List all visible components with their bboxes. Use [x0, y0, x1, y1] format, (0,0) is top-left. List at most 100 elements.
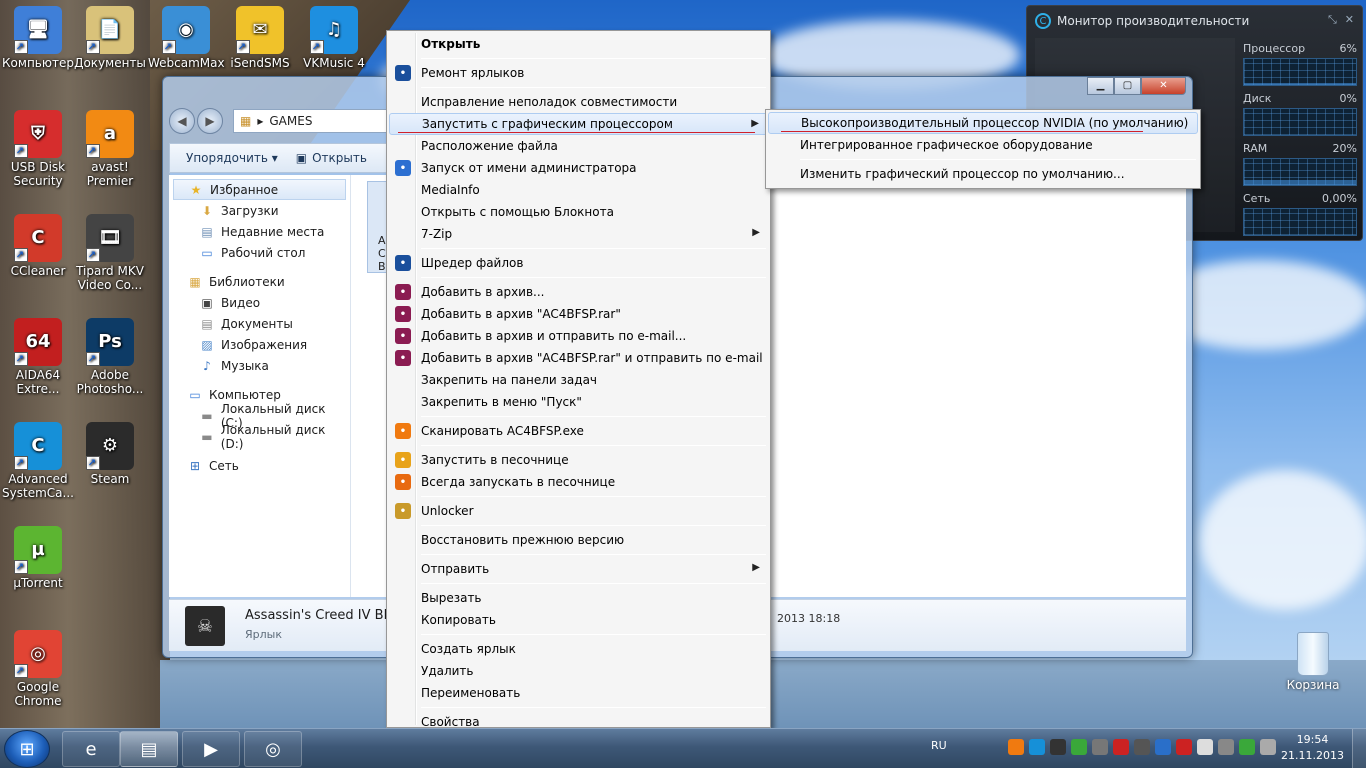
menu-item[interactable]: Переименовать — [389, 682, 768, 704]
desktop-icon-utorrent[interactable]: µ ↗ µTorrent — [0, 526, 76, 590]
menu-item[interactable]: Расположение файла — [389, 135, 768, 157]
menu-item[interactable]: Интегрированное графическое оборудование — [768, 134, 1198, 156]
menu-item[interactable]: Высокопроизводительный процессор NVIDIA … — [768, 112, 1198, 134]
back-button[interactable]: ◀ — [169, 108, 195, 134]
show-desktop-button[interactable] — [1352, 729, 1366, 768]
menu-item[interactable]: Открыть — [389, 33, 768, 55]
nav-item[interactable]: ▤ Недавние места — [169, 221, 350, 242]
nav-item[interactable]: ▦ Библиотеки — [169, 271, 350, 292]
nav-item[interactable]: ★ Избранное — [173, 179, 346, 200]
desktop-icon-shield[interactable]: ⛨ ↗ USB Disk Security — [0, 110, 76, 188]
open-button[interactable]: ▣ Открыть — [296, 151, 367, 165]
minimize-button[interactable]: ▁ — [1087, 77, 1114, 95]
taskbar-chrome-button[interactable]: ◎ — [244, 731, 302, 767]
menu-item[interactable]: Закрепить в меню "Пуск" — [389, 391, 768, 413]
organize-button[interactable]: Упорядочить ▾ — [186, 151, 278, 165]
menu-item[interactable]: Изменить графический процессор по умолча… — [768, 163, 1198, 185]
checkmark-tray-icon[interactable] — [1071, 739, 1087, 755]
nvidia-tray-icon[interactable] — [1050, 739, 1066, 755]
menu-item[interactable]: • Добавить в архив... — [389, 281, 768, 303]
menu-item[interactable]: • Добавить в архив "AC4BFSP.rar" и отправ… — [389, 347, 768, 369]
shortcut-arrow-icon: ↗ — [15, 562, 25, 573]
avast-tray-icon[interactable] — [1008, 739, 1024, 755]
taskbar-media-player-button[interactable]: ▶ — [182, 731, 240, 767]
menu-item[interactable]: • Шредер файлов — [389, 252, 768, 274]
menu-item[interactable]: Вырезать — [389, 587, 768, 609]
icon-glyph: Ps — [98, 331, 122, 352]
desktop-icon-avast[interactable]: a ↗ avast! Premier — [72, 110, 148, 188]
perf-row-header: Процессор 6% — [1243, 42, 1357, 55]
desktop-icon-webcam[interactable]: ◉ ↗ WebcamMax — [148, 6, 225, 70]
menu-item[interactable]: Закрепить на панели задач — [389, 369, 768, 391]
perf-graph-fill — [1244, 83, 1356, 85]
desktop-icon-chrome[interactable]: ◎ ↗ Google Chrome — [0, 630, 76, 708]
start-button[interactable]: ⊞ — [4, 730, 50, 768]
taskbar-ie-button[interactable]: e — [62, 731, 120, 767]
menu-item[interactable]: MediaInfo — [389, 179, 768, 201]
volume-tray-icon[interactable] — [1134, 739, 1150, 755]
menu-item-label: Ремонт ярлыков — [421, 66, 525, 80]
nav-item[interactable]: ⊞ Сеть — [169, 455, 350, 476]
menu-item[interactable]: • Запустить в песочнице — [389, 449, 768, 471]
menu-item[interactable]: Открыть с помощью Блокнота — [389, 201, 768, 223]
star-icon: ★ — [190, 182, 202, 197]
usb-tray-icon[interactable] — [1218, 739, 1234, 755]
desktop-icon-ccleaner[interactable]: C ↗ CCleaner — [0, 214, 76, 278]
menu-item[interactable]: 7-Zip ▶ — [389, 223, 768, 245]
signal-tray-icon[interactable] — [1239, 739, 1255, 755]
nav-item[interactable]: ▬ Локальный диск (D:) — [169, 423, 350, 451]
desktop-icon-computer[interactable]: 🖥 ↗ Компьютер — [0, 6, 76, 70]
desktop-icon-aida[interactable]: 64 ↗ AIDA64 Extre... — [0, 318, 76, 396]
nav-item[interactable]: ▨ Изображения — [169, 334, 350, 355]
nav-item[interactable]: ▣ Видео — [169, 292, 350, 313]
menu-item[interactable]: Отправить ▶ — [389, 558, 768, 580]
maximize-button[interactable]: ▢ — [1114, 77, 1141, 95]
speaker-tray-icon[interactable] — [1260, 739, 1276, 755]
menu-item[interactable]: • Сканировать AC4BFSP.exe — [389, 420, 768, 442]
menu-item[interactable]: Создать ярлык — [389, 638, 768, 660]
clock[interactable]: 19:54 21.11.2013 — [1281, 732, 1344, 764]
perf-row: RAM 20% — [1243, 142, 1357, 186]
nav-item[interactable]: ⬇ Загрузки — [169, 200, 350, 221]
flag-tray-icon[interactable] — [1197, 739, 1213, 755]
desktop-icon-documents[interactable]: 📄 ↗ Документы — [72, 6, 148, 70]
recycle-bin[interactable]: Корзина — [1282, 632, 1344, 692]
aida-icon: 64 ↗ — [14, 318, 62, 366]
desktop-icon-photoshop[interactable]: Ps ↗ Adobe Photosho... — [72, 318, 148, 396]
menu-item[interactable]: Восстановить прежнюю версию — [389, 529, 768, 551]
taskbar-explorer-button[interactable]: ▤ — [120, 731, 178, 767]
menu-item[interactable]: • Unlocker — [389, 500, 768, 522]
nav-item[interactable]: ▭ Рабочий стол — [169, 242, 350, 263]
menu-separator — [421, 554, 766, 555]
volume-mute-tray-icon[interactable] — [1113, 739, 1129, 755]
menu-item[interactable]: Исправление неполадок совместимости — [389, 91, 768, 113]
perf-close-icon[interactable]: ✕ — [1345, 13, 1354, 27]
menu-item[interactable]: • Добавить в архив "AC4BFSP.rar" — [389, 303, 768, 325]
shield-tray-icon[interactable] — [1176, 739, 1192, 755]
menu-item[interactable]: • Всегда запускать в песочнице — [389, 471, 768, 493]
nav-item-label: Избранное — [210, 182, 279, 197]
menu-item[interactable]: Удалить — [389, 660, 768, 682]
nav-item[interactable]: ♪ Музыка — [169, 355, 350, 376]
perf-row-label: Сеть — [1243, 192, 1271, 205]
menu-item[interactable]: Копировать — [389, 609, 768, 631]
icon-glyph: C — [31, 435, 45, 456]
desktop-icon-steam[interactable]: ⚙ ↗ Steam — [72, 422, 148, 486]
advanced-systemcare-tray-icon[interactable] — [1029, 739, 1045, 755]
forward-button[interactable]: ▶ — [197, 108, 223, 134]
menu-item[interactable]: • Запуск от имени администратора — [389, 157, 768, 179]
language-indicator[interactable]: RU — [931, 739, 947, 752]
desktop-icon-film[interactable]: 🎞 ↗ Tipard MKV Video Co... — [72, 214, 148, 292]
nav-item[interactable]: ▤ Документы — [169, 313, 350, 334]
desktop-icon-advanced-systemcare[interactable]: C ↗ Advanced SystemCa... — [0, 422, 76, 500]
menu-item[interactable]: Запустить с графическим процессором ▶ — [389, 113, 768, 135]
menu-item[interactable]: • Ремонт ярлыков — [389, 62, 768, 84]
menu-item[interactable]: • Добавить в архив и отправить по e-mail.… — [389, 325, 768, 347]
perf-resize-icon[interactable]: ⤡ — [1328, 13, 1337, 27]
desktop-icon-sms[interactable]: ✉ ↗ iSendSMS — [222, 6, 298, 70]
close-button[interactable]: ✕ — [1141, 77, 1186, 95]
grid-tray-icon[interactable] — [1155, 739, 1171, 755]
film-icon: 🎞 ↗ — [86, 214, 134, 262]
tool-tray-icon[interactable] — [1092, 739, 1108, 755]
desktop-icon-music[interactable]: ♫ ↗ VKMusic 4 — [296, 6, 372, 70]
